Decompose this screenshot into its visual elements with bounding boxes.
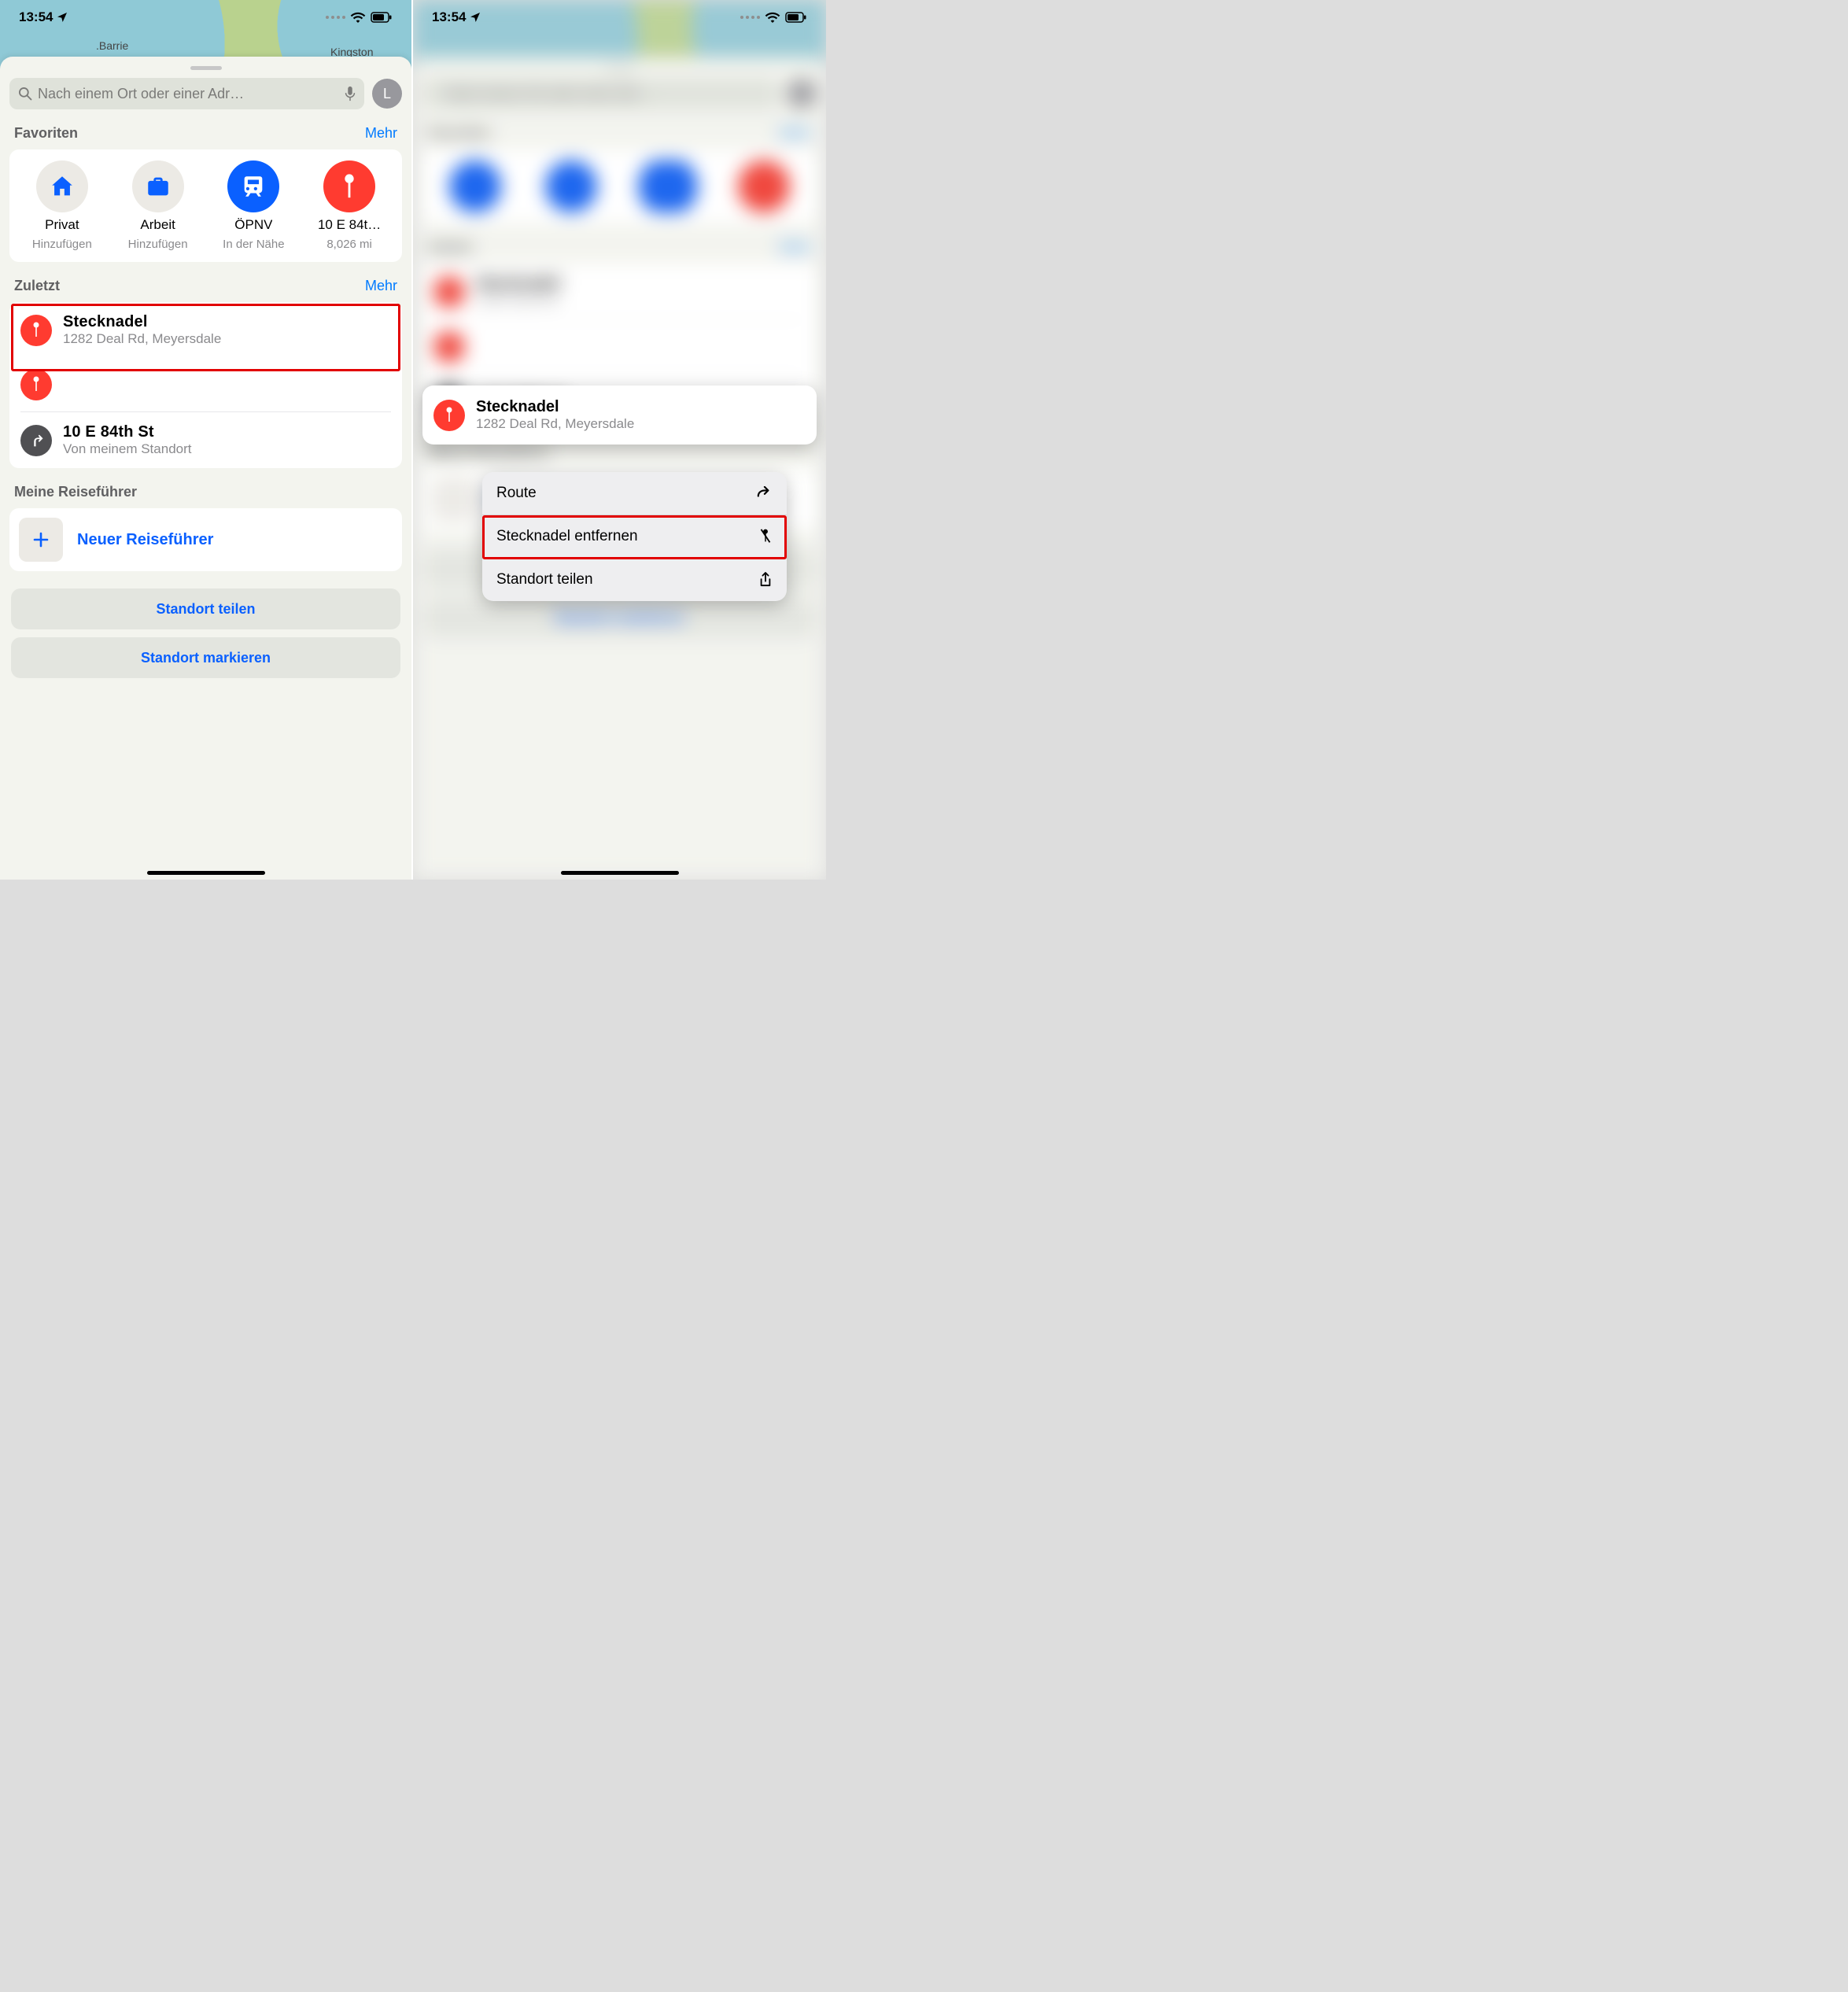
battery-icon [785,12,807,23]
favorites-more-link[interactable]: Mehr [365,125,397,142]
mic-icon[interactable] [344,86,356,101]
favorite-label: Privat [45,217,79,233]
wifi-icon [350,12,366,23]
context-remove-pin[interactable]: Stecknadel entfernen [482,515,787,558]
favorite-home[interactable]: Privat Hinzufügen [14,160,110,251]
pin-icon [31,321,42,340]
remove-pin-icon [758,528,773,545]
recent-more-link[interactable]: Mehr [365,278,397,294]
wifi-icon [765,12,780,23]
search-sheet: Nach einem Ort oder einer Adr… L Favorit… [0,57,411,880]
cell-dots-icon [740,16,760,19]
profile-avatar[interactable]: L [372,79,402,109]
briefcase-icon [145,173,172,200]
favorite-sub: Hinzufügen [32,238,92,251]
phone-right: Nach einem Ort oder einer Adr… L Favorit… [413,0,826,880]
location-icon [56,11,68,24]
plus-icon [31,530,50,549]
context-share-location[interactable]: Standort teilen [482,558,787,601]
arrow-right-icon [755,486,773,500]
recent-title: 10 E 84th St [63,423,191,441]
preview-card[interactable]: Stecknadel 1282 Deal Rd, Meyersdale [422,385,817,445]
location-icon [469,11,481,24]
train-icon [240,173,267,200]
share-icon [758,571,773,588]
favorite-sub: Hinzufügen [128,238,188,251]
battery-icon [371,12,393,23]
context-remove-label: Stecknadel entfernen [496,528,638,545]
pin-icon [444,406,455,425]
recent-sub: 1282 Deal Rd, Meyersdale [63,331,221,347]
recent-heading: Zuletzt [14,278,60,294]
recent-row-directions[interactable]: 10 E 84th St Von meinem Standort [20,411,391,468]
share-location-button[interactable]: Standort teilen [11,588,400,629]
favorite-label: 10 E 84t… [318,217,381,233]
search-icon [17,86,33,101]
context-route-label: Route [496,485,537,502]
popup-title: Stecknadel [476,398,634,416]
favorite-label: Arbeit [140,217,175,233]
favorite-label: ÖPNV [234,217,272,233]
favorite-sub: In der Nähe [223,238,284,251]
pin-icon [341,173,357,200]
recent-row-pin[interactable]: Stecknadel 1282 Deal Rd, Meyersdale [9,302,402,358]
pin-icon [31,375,42,394]
recent-list: Stecknadel 1282 Deal Rd, Meyersdale [9,302,402,468]
recent-title: Stecknadel [63,313,221,331]
favorites-card: Privat Hinzufügen Arbeit Hinzufügen ÖPNV… [9,149,402,262]
context-route[interactable]: Route [482,472,787,515]
status-time: 13:54 [19,9,53,25]
context-menu: Route Stecknadel entfernen Standort teil… [482,472,787,601]
recent-sub: Von meinem Standort [63,441,191,457]
mark-location-button[interactable]: Standort markieren [11,637,400,678]
phone-left: .Barrie Kingston 13:54 Na [0,0,413,880]
turn-arrow-icon [28,432,45,449]
favorite-work[interactable]: Arbeit Hinzufügen [110,160,206,251]
favorite-sub: 8,026 mi [326,238,372,251]
favorite-pin[interactable]: 10 E 84t… 8,026 mi [301,160,397,251]
home-indicator[interactable] [561,871,679,875]
home-icon [49,173,76,200]
status-time: 13:54 [432,9,466,25]
favorites-heading: Favoriten [14,125,78,142]
search-input[interactable]: Nach einem Ort oder einer Adr… [9,78,364,109]
sheet-grabber[interactable] [190,66,222,70]
search-placeholder: Nach einem Ort oder einer Adr… [38,86,344,102]
new-guide-button[interactable]: Neuer Reiseführer [9,508,402,571]
status-bar: 13:54 [413,0,826,35]
new-guide-label: Neuer Reiseführer [77,531,213,549]
home-indicator[interactable] [147,871,265,875]
map-city-barrie: .Barrie [96,39,128,52]
context-share-label: Standort teilen [496,571,593,588]
recent-row-pin-empty[interactable] [9,358,402,411]
cell-dots-icon [326,16,345,19]
popup-sub: 1282 Deal Rd, Meyersdale [476,416,634,432]
favorite-transit[interactable]: ÖPNV In der Nähe [206,160,302,251]
status-bar: 13:54 [0,0,411,35]
guides-heading: Meine Reiseführer [14,484,137,500]
